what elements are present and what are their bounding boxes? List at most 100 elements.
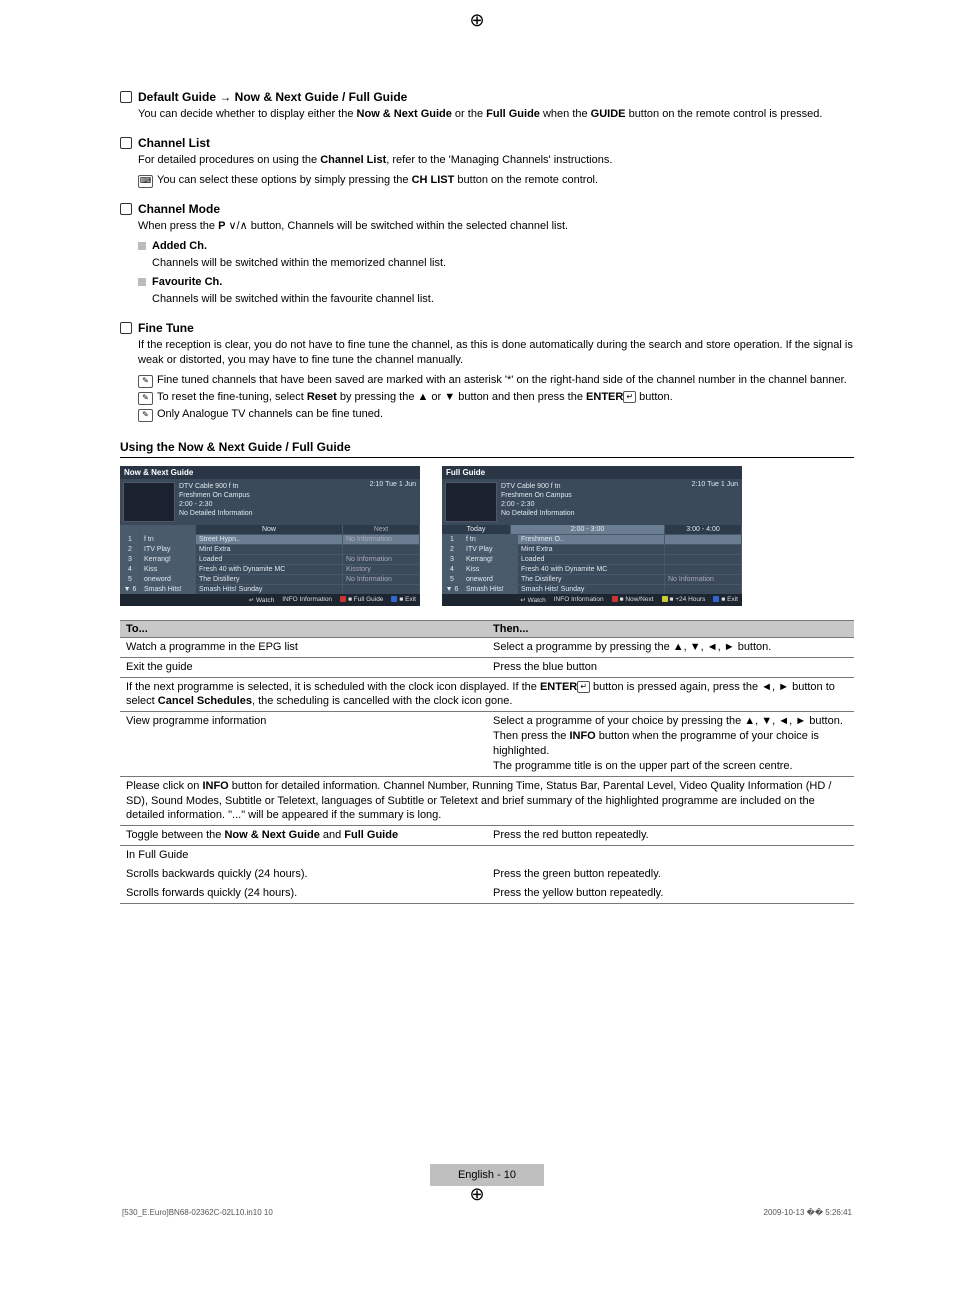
guide-row: 1f tnFreshmen O.. (442, 534, 742, 544)
cell: Exit the guide (120, 657, 487, 677)
text: button. (636, 391, 673, 403)
text-bold: ENTER (586, 391, 623, 403)
note-fine-1: ✎ Fine tuned channels that have been sav… (138, 374, 854, 388)
sub-heading: Favourite Ch. (152, 276, 222, 288)
doc-timestamp: 2009-10-13 �� 5:26:41 (764, 1208, 852, 1217)
text: You can select these options by simply p… (157, 174, 412, 186)
table-row: View programme information Select a prog… (120, 712, 854, 776)
text: by pressing the ▲ or ▼ button and then p… (337, 391, 586, 403)
legend-full: ■ Full Guide (340, 596, 383, 604)
body-channel-mode: When press the P ∨/∧ button, Channels wi… (138, 219, 854, 234)
section-default-guide: Default Guide → Now & Next Guide / Full … (120, 90, 854, 122)
col-today: Today (442, 525, 511, 534)
guide-info: DTV Cable 900 f tn Freshmen On Campus 2:… (501, 482, 739, 522)
cell: Press the blue button (487, 657, 854, 677)
legend-info: INFO Information (554, 596, 604, 604)
guide-row: 5onewordThe DistilleryNo Information (442, 574, 742, 584)
guide-clock: 2:10 Tue 1 Jun (692, 481, 738, 488)
guide-detail: No Detailed Information (179, 509, 417, 518)
text-bold: Reset (307, 391, 337, 403)
cell: Scrolls forwards quickly (24 hours). (120, 884, 487, 903)
table-row-span: Please click on INFO button for detailed… (120, 776, 854, 826)
text: button, Channels will be switched within… (251, 220, 568, 232)
guide-time: 2:00 - 2:30 (179, 500, 417, 509)
text: , the scheduling is cancelled with the c… (252, 695, 513, 707)
guide-screenshots: Now & Next Guide DTV Cable 900 f tn Fres… (120, 466, 854, 606)
guide-row: 4KissFresh 40 with Dynamite MC (442, 564, 742, 574)
cell: Please click on INFO button for detailed… (120, 776, 854, 826)
updown-icon: ∨/∧ (225, 220, 250, 232)
guide-row: 5onewordThe DistilleryNo Information (120, 574, 420, 584)
heading-fine-tune: Fine Tune (138, 321, 194, 335)
table-row: Exit the guide Press the blue button (120, 657, 854, 677)
text: ■ Exit (721, 596, 738, 603)
cell: Press the yellow button repeatedly. (487, 884, 854, 903)
page-footer: English - 10 (120, 1164, 854, 1186)
section-channel-list: Channel List For detailed procedures on … (120, 136, 854, 188)
text: button for detailed information. Channel… (126, 780, 831, 822)
cell: Watch a programme in the EPG list (120, 637, 487, 657)
note-fine-2: ✎ To reset the fine-tuning, select Reset… (138, 391, 854, 405)
text-bold: Now & Next Guide (357, 108, 452, 120)
note-icon: ✎ (138, 375, 153, 388)
heading-channel-list: Channel List (138, 136, 210, 150)
legend-exit: ■ Exit (391, 596, 416, 604)
note-icon: ✎ (138, 409, 153, 422)
legend-watch: ↵ Watch (249, 596, 274, 604)
registration-mark-top: ⊕ (469, 10, 484, 31)
guide-row: 1f tnStreet Hypn..No Information (120, 534, 420, 544)
doc-reference: [530_E.Euro]BN68-02362C-02L10.in10 10 (122, 1208, 273, 1217)
text-bold: ENTER (540, 681, 577, 693)
text: If the next programme is selected, it is… (126, 681, 540, 693)
guide-row: 3Kerrang!LoadedNo Information (120, 554, 420, 564)
text-bold: Now & Next Guide (224, 829, 319, 841)
sub-added-body: Channels will be switched within the mem… (152, 256, 854, 271)
text: ■ Exit (399, 596, 416, 603)
table-row: Toggle between the Now & Next Guide and … (120, 826, 854, 846)
sub-heading: Added Ch. (152, 240, 207, 252)
full-guide-screenshot: Full Guide DTV Cable 900 f tn Freshmen O… (442, 466, 742, 606)
guide-info: DTV Cable 900 f tn Freshmen On Campus 2:… (179, 482, 417, 522)
cell: Scrolls backwards quickly (24 hours). (120, 865, 487, 884)
text: Select a programme of your choice by pre… (493, 714, 848, 729)
enter-icon: ↵ (623, 391, 636, 403)
guide-clock: 2:10 Tue 1 Jun (370, 481, 416, 488)
guide-column-header: Now Next (120, 525, 420, 534)
body-channel-list-1: For detailed procedures on using the Cha… (138, 153, 854, 168)
guide-row: 2ITV PlayMint Extra (442, 544, 742, 554)
text: Then press the (493, 730, 569, 742)
text-bold: Channel List (320, 154, 386, 166)
cell: If the next programme is selected, it is… (120, 677, 854, 712)
bullet-icon (120, 203, 132, 215)
text-bold: INFO (569, 730, 595, 742)
guide-rows: 1f tnStreet Hypn..No Information2ITV Pla… (120, 534, 420, 594)
table-row: Scrolls backwards quickly (24 hours). Pr… (120, 865, 854, 884)
legend-info: INFO Information (282, 596, 332, 604)
cell: Select a programme of your choice by pre… (487, 712, 854, 776)
legend-exit: ■ Exit (713, 596, 738, 604)
sub-added-ch: Added Ch. (138, 240, 854, 252)
table-row: Watch a programme in the EPG list Select… (120, 637, 854, 657)
instruction-table: To... Then... Watch a programme in the E… (120, 620, 854, 904)
bullet-icon (120, 91, 132, 103)
guide-thumb (445, 482, 497, 522)
text: For detailed procedures on using the (138, 154, 320, 166)
cell: View programme information (120, 712, 487, 776)
heading-using-guide: Using the Now & Next Guide / Full Guide (120, 440, 854, 458)
text-bold: GUIDE (591, 108, 626, 120)
guide-row: 2ITV PlayMint Extra (120, 544, 420, 554)
cell: Press the green button repeatedly. (487, 865, 854, 884)
col-next: Next (343, 525, 420, 534)
square-icon (138, 278, 146, 286)
text-bold: Cancel Schedules (158, 695, 252, 707)
text-bold: Full Guide (486, 108, 540, 120)
col-now: Now (196, 525, 343, 534)
section-channel-mode: Channel Mode When press the P ∨/∧ button… (120, 202, 854, 308)
guide-column-header: Today 2:00 - 3:00 3:00 - 4:00 (442, 525, 742, 534)
text: or the (452, 108, 486, 120)
table-header-to: To... (120, 620, 487, 637)
sub-favourite-body: Channels will be switched within the fav… (152, 292, 854, 307)
table-row: In Full Guide (120, 846, 854, 865)
note-text: To reset the fine-tuning, select Reset b… (157, 391, 673, 403)
body-fine-tune: If the reception is clear, you do not ha… (138, 338, 854, 368)
